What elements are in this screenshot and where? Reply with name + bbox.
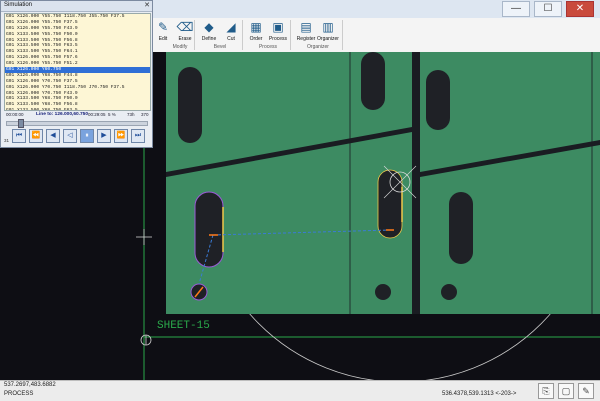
process-icon: ▣ — [272, 20, 284, 34]
progress-slider-thumb[interactable] — [18, 119, 24, 128]
simulation-dialog: Simulation ✕ G01 X126.000 Y55.750 I118.7… — [0, 0, 153, 148]
play-button[interactable]: ▶ — [97, 129, 111, 143]
playback-buttons: ⏮ ⏪ ◀ ◁ ⏸ ▶ ⏩ ⏭ — [12, 129, 145, 143]
close-button[interactable]: ✕ — [566, 1, 594, 17]
order-icon: ▦ — [250, 20, 262, 34]
register-icon: ▤ — [300, 20, 312, 34]
group-separator — [342, 20, 343, 50]
window-controls: — ☐ ✕ — [502, 1, 594, 17]
time-end: 73h — [127, 112, 135, 117]
simulation-titlebar[interactable]: Simulation ✕ — [1, 1, 152, 12]
group-separator — [242, 20, 243, 50]
ribbon-toolbar: ✎ Edit ⌫ Erase Modify ◆ Define ◢ Cut Bev… — [150, 18, 600, 53]
mode-indicator: PROCESS — [4, 391, 34, 397]
group-separator — [194, 20, 195, 50]
slot-hole — [426, 70, 450, 130]
group-separator — [290, 20, 291, 50]
speed-max: 370 — [141, 112, 149, 117]
step-back-button[interactable]: ◀ — [46, 129, 60, 143]
define-icon: ◆ — [204, 20, 214, 34]
ribbon-button-7[interactable]: ▥ Organizer — [317, 19, 339, 42]
simulation-close-button[interactable]: ✕ — [144, 2, 150, 10]
simulation-controls: 00:00:00 Line to: 126.000,60.750 00:29:0… — [4, 111, 149, 147]
ribbon-button-label: Organizer — [317, 36, 339, 42]
slot-hole — [449, 192, 473, 264]
status-icons: ⎘ ▢ ✎ — [538, 383, 594, 399]
group-label-process: Process — [258, 44, 278, 50]
rewind-button[interactable]: ⏪ — [29, 129, 43, 143]
edit-icon: ✎ — [157, 20, 169, 34]
cursor-coordinates: 537.2697,483.6882 — [4, 382, 56, 388]
slot-hole — [361, 52, 385, 110]
last-button[interactable]: ⏭ — [131, 129, 145, 143]
round-hole — [375, 284, 391, 300]
group-label-organizer: Organizer — [307, 44, 329, 50]
gcode-listing[interactable]: G01 X126.000 Y55.750 I118.750 J55.750 F3… — [4, 13, 151, 111]
erase-icon: ⌫ — [176, 20, 194, 34]
organizer-icon: ▥ — [322, 20, 334, 34]
fast-forward-button[interactable]: ⏩ — [114, 129, 128, 143]
time-start: 00:00:00 — [6, 112, 24, 117]
ribbon-button-5[interactable]: ▣ Process — [267, 19, 289, 42]
edit-icon[interactable]: ✎ — [578, 383, 594, 399]
slot-hole — [178, 67, 202, 143]
status-bar: 537.2697,483.6882 PROCESS 536.4378,539.1… — [0, 380, 600, 401]
first-button[interactable]: ⏮ — [12, 129, 26, 143]
cut-gap-vertical — [412, 52, 420, 314]
simulation-title: Simulation — [4, 2, 33, 8]
slot-hole-active — [194, 191, 224, 268]
window-icon[interactable]: ▢ — [558, 383, 574, 399]
play-reverse-button[interactable]: ◁ — [63, 129, 77, 143]
torch-coordinates: 536.4378,539.1313 <-203-> — [442, 391, 517, 397]
round-hole — [441, 284, 457, 300]
time-current: 00:29:05 — [88, 112, 106, 117]
counter-label: 31 — [4, 138, 10, 143]
group-label-bevel: Bevel — [213, 44, 227, 50]
pause-button[interactable]: ⏸ — [80, 129, 94, 143]
copy-icon[interactable]: ⎘ — [538, 383, 554, 399]
minimize-button[interactable]: — — [502, 1, 530, 17]
percent-label: 5 % — [108, 112, 116, 117]
cut-icon: ◢ — [226, 20, 236, 34]
progress-slider[interactable] — [6, 121, 148, 126]
line-to-label: Line to: 126.000,60.750 — [36, 112, 88, 117]
maximize-button[interactable]: ☐ — [534, 1, 562, 17]
sheet-label: SHEET-15 — [157, 320, 210, 332]
